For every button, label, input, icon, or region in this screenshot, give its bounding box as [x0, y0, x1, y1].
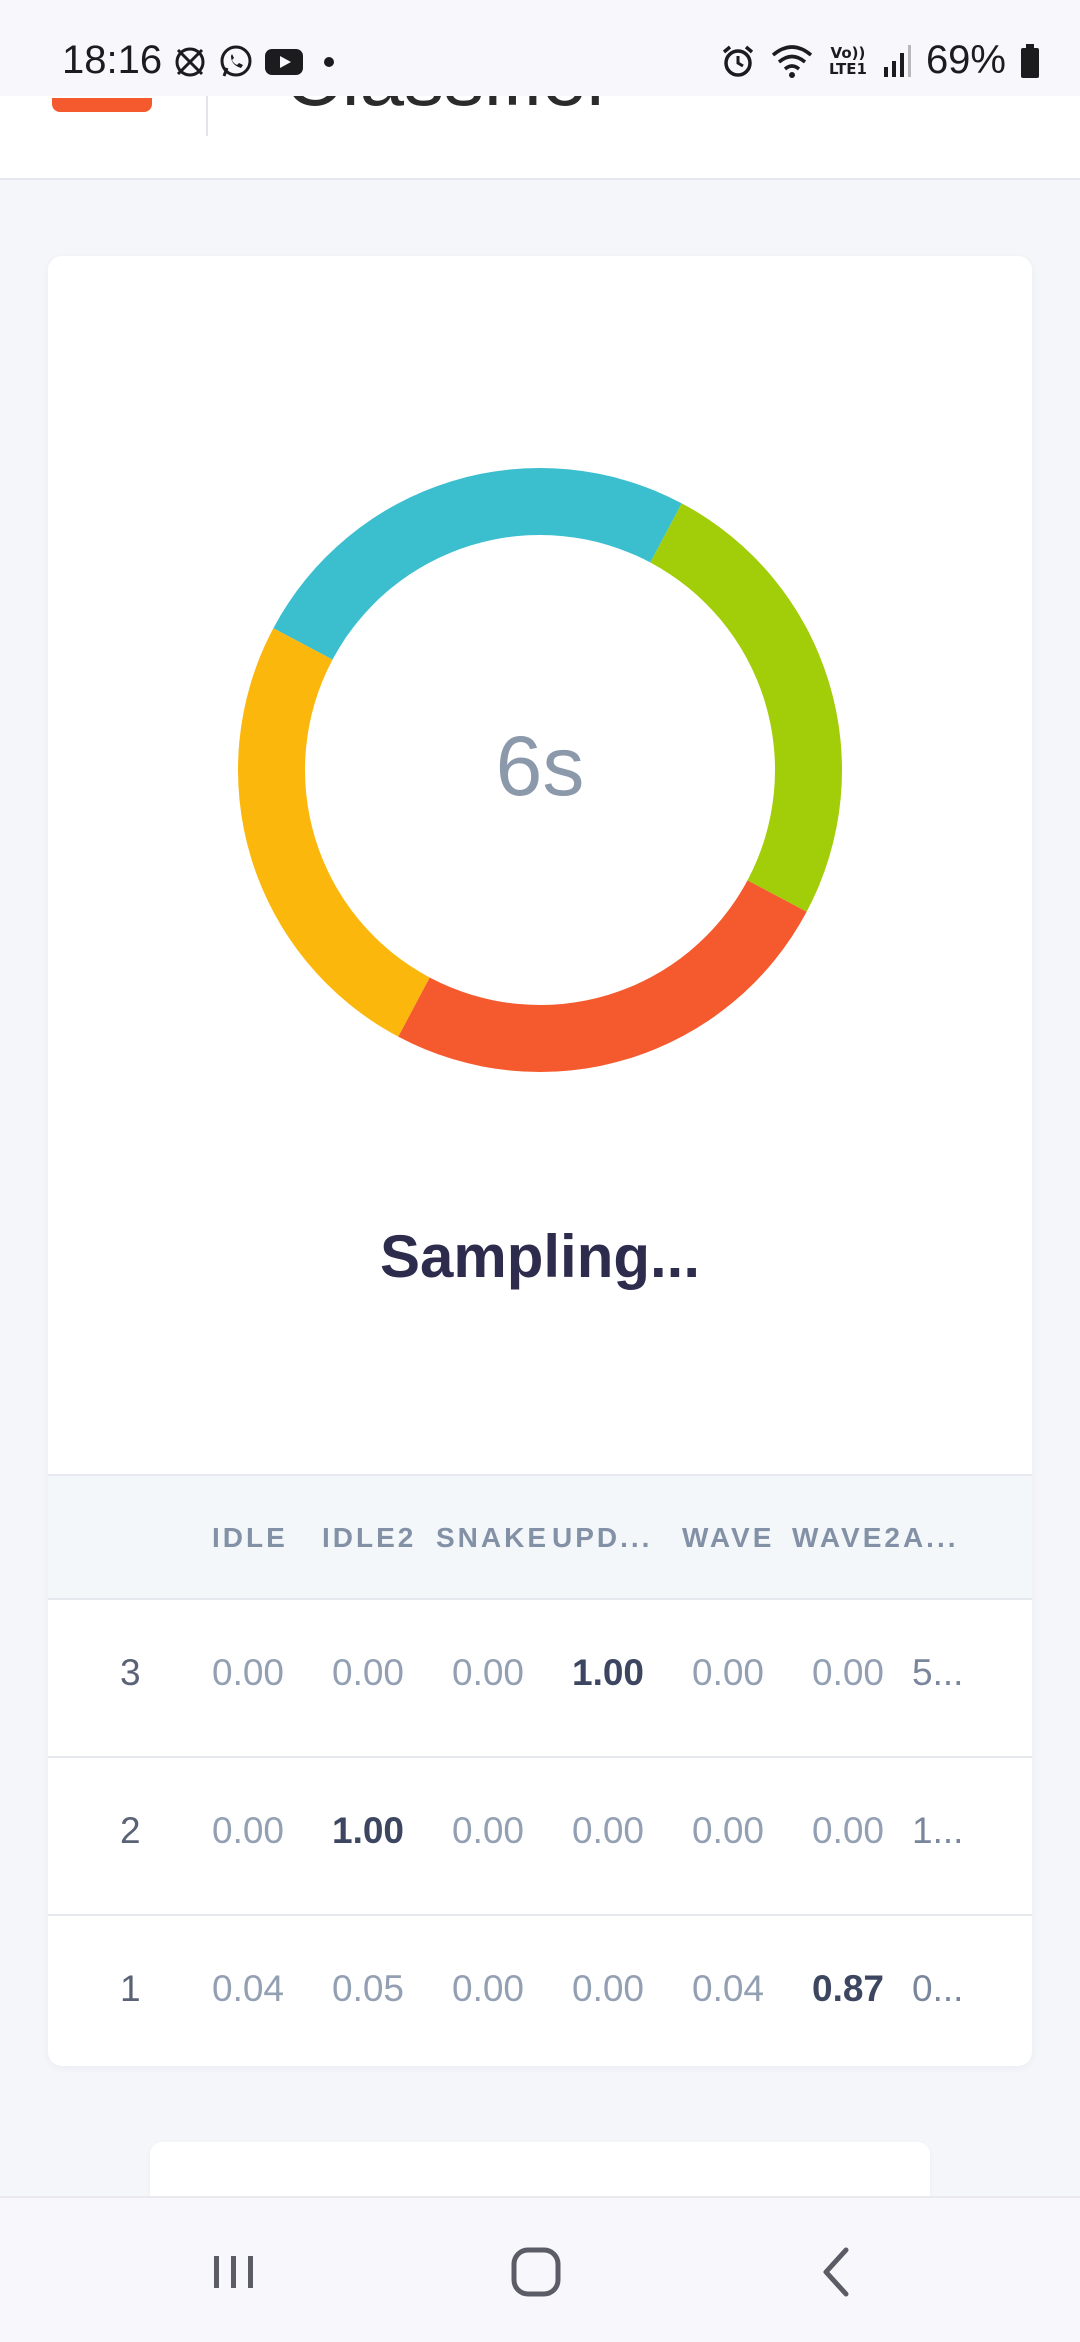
dot-icon	[324, 57, 334, 67]
alarm-icon	[722, 45, 754, 77]
sampling-timer: 6s	[495, 719, 585, 813]
score-wave: 0.04	[692, 1968, 765, 2009]
status-time: 18:16	[62, 38, 163, 82]
row-index: 1	[120, 1968, 141, 2009]
column-header-update: UPD...	[552, 1522, 653, 1553]
table-header: IDLE IDLE2 SNAKE UPD... WAVE WAVE2A...	[48, 1474, 1032, 1600]
score-idle: 0.04	[212, 1968, 285, 2009]
battery-icon	[1021, 43, 1039, 78]
ring-segment-green	[650, 503, 842, 912]
score-idle: 0.00	[212, 1810, 285, 1851]
score-update: 0.00	[572, 1968, 645, 2009]
row-index: 3	[120, 1652, 141, 1693]
score-wave: 0.00	[692, 1810, 765, 1851]
table-row: 3 0.00 0.00 0.00 1.00 0.00 0.00 5...	[48, 1600, 1032, 1758]
score-extra: 5...	[912, 1652, 964, 1693]
app-header: Classifier	[0, 96, 1080, 180]
brand-logo	[52, 98, 152, 112]
signal-icon	[883, 44, 911, 77]
wifi-icon	[771, 44, 813, 78]
whatsapp-icon	[220, 45, 252, 77]
back-icon[interactable]	[808, 2242, 868, 2302]
notification-icons	[172, 44, 344, 80]
score-wave: 0.00	[692, 1652, 765, 1693]
page-title: Classifier	[284, 96, 613, 124]
column-header-wave: WAVE	[682, 1522, 775, 1553]
battery-percent: 69%	[925, 38, 1006, 82]
column-header-idle2: IDLE2	[322, 1522, 417, 1553]
header-divider	[206, 96, 208, 136]
score-extra: 0...	[912, 1968, 964, 2009]
score-snake: 0.00	[452, 1652, 525, 1693]
score-idle2: 0.05	[332, 1968, 405, 2009]
score-extra: 1...	[912, 1810, 964, 1851]
score-idle: 0.00	[212, 1652, 285, 1693]
recents-icon[interactable]	[204, 2242, 264, 2302]
network-label: Vo)) LTE1	[828, 43, 867, 78]
classification-table: IDLE IDLE2 SNAKE UPD... WAVE WAVE2A... 3…	[48, 1474, 1032, 2066]
table-row: 1 0.04 0.05 0.00 0.00 0.04 0.87 0...	[48, 1916, 1032, 2066]
classifier-card: 6s Sampling... IDLE IDLE2 SNAKE UPD... W…	[48, 256, 1032, 2066]
score-idle2: 1.00	[332, 1810, 405, 1851]
score-snake: 0.00	[452, 1968, 525, 2009]
table-row: 2 0.00 1.00 0.00 0.00 0.00 0.00 1...	[48, 1758, 1032, 1916]
ring-segment-teal	[273, 468, 682, 660]
column-header-wave2a: WAVE2A...	[792, 1522, 959, 1553]
youtube-icon	[265, 49, 303, 75]
ring-segment-yellow	[238, 628, 430, 1037]
status-bar: 18:16 Vo)) LTE1 69%	[0, 0, 1080, 96]
muted-alarm-icon	[175, 47, 205, 77]
sampling-status: Sampling...	[379, 1223, 701, 1290]
navigation-bar	[0, 2196, 1080, 2342]
home-icon[interactable]	[506, 2242, 566, 2302]
score-idle2: 0.00	[332, 1652, 405, 1693]
score-snake: 0.00	[452, 1810, 525, 1851]
score-wave2a: 0.87	[812, 1968, 885, 2009]
score-update: 1.00	[572, 1652, 645, 1693]
row-index: 2	[120, 1810, 141, 1851]
system-icons: Vo)) LTE1 69%	[720, 38, 1040, 83]
score-wave2a: 0.00	[812, 1652, 885, 1693]
ring-segment-red	[398, 880, 807, 1072]
score-update: 0.00	[572, 1810, 645, 1851]
column-header-snake: SNAKE	[436, 1522, 550, 1553]
score-wave2a: 0.00	[812, 1810, 885, 1851]
column-header-idle: IDLE	[212, 1522, 288, 1553]
